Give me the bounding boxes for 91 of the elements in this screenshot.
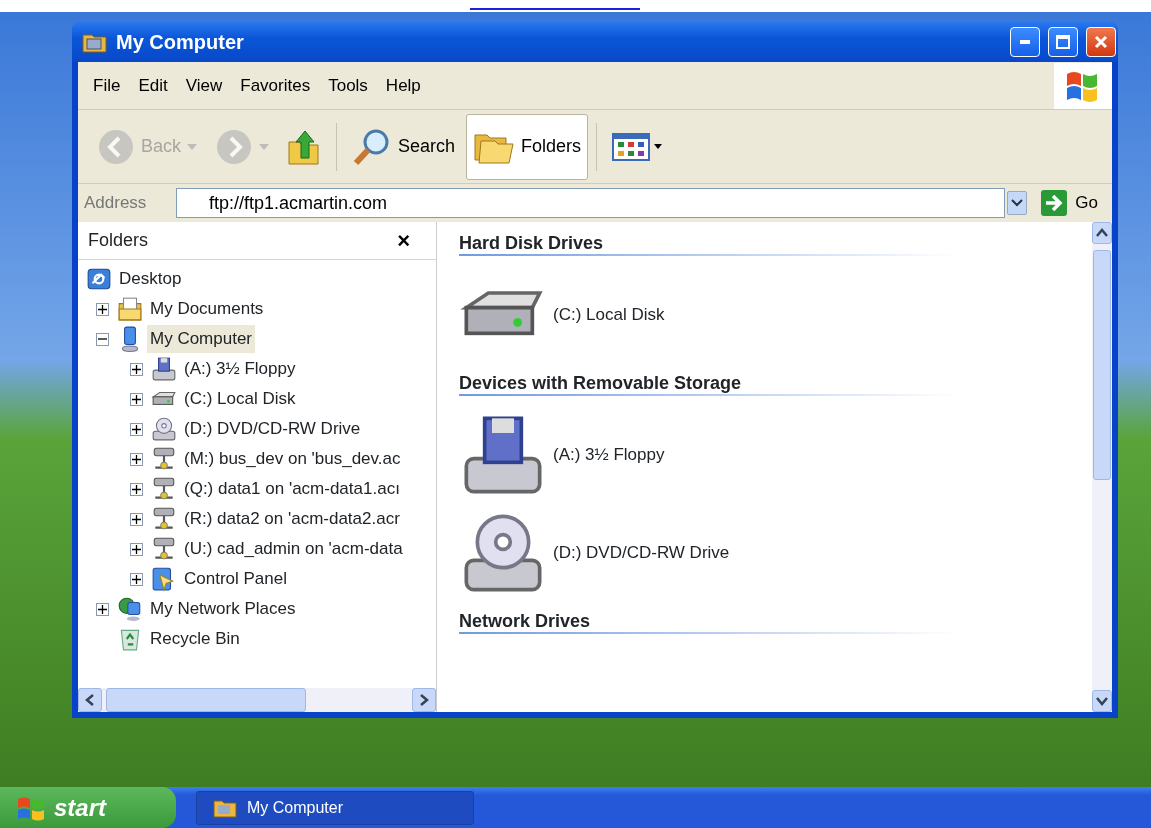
drive-item[interactable]: (D:) DVD/CD-RW Drive bbox=[553, 540, 730, 566]
window-title: My Computer bbox=[116, 30, 245, 55]
scroll-right-button[interactable] bbox=[412, 688, 436, 712]
collapse-button[interactable] bbox=[96, 332, 109, 346]
dropdown-arrow-icon bbox=[259, 143, 270, 150]
group-heading: Hard Disk Drives bbox=[459, 232, 605, 254]
dropdown-arrow-icon bbox=[187, 143, 198, 150]
caret-icon bbox=[1011, 199, 1024, 207]
scroll-thumb[interactable] bbox=[1093, 250, 1111, 480]
dropdown-button[interactable] bbox=[1007, 191, 1028, 215]
document-folder-icon bbox=[117, 296, 143, 322]
expand-button[interactable] bbox=[130, 542, 143, 556]
horizontal-scrollbar[interactable] bbox=[78, 688, 436, 712]
close-icon bbox=[1094, 35, 1108, 49]
maximize-button[interactable] bbox=[1048, 27, 1078, 57]
expand-button[interactable] bbox=[130, 572, 143, 586]
drive-item[interactable]: (A:) 3½ Floppy bbox=[553, 442, 665, 468]
minimize-button[interactable] bbox=[1010, 27, 1040, 57]
plus-icon bbox=[132, 574, 141, 584]
group-heading: Network Drives bbox=[459, 610, 592, 632]
menu-item[interactable]: Edit bbox=[129, 70, 177, 101]
menu-item[interactable]: Help bbox=[376, 70, 430, 101]
tree-item[interactable]: Desktop bbox=[116, 265, 185, 293]
views-grid-icon bbox=[612, 131, 665, 162]
control-panel-icon bbox=[151, 566, 177, 592]
desktop-icon bbox=[86, 266, 112, 292]
tree-item[interactable]: (A:) 3½ Floppy bbox=[181, 355, 299, 383]
pane-title: Folders bbox=[88, 229, 149, 252]
address-label: Address bbox=[84, 192, 148, 215]
address-field[interactable]: ftp://ftp1.acmartin.com bbox=[176, 188, 1006, 218]
expand-button[interactable] bbox=[130, 512, 143, 526]
group-heading: Devices with Removable Storage bbox=[459, 372, 743, 394]
scroll-thumb[interactable] bbox=[106, 688, 306, 712]
network-globe-icon bbox=[117, 596, 143, 622]
tree-item[interactable]: My Computer bbox=[147, 325, 256, 353]
right-chevron-icon bbox=[419, 694, 429, 706]
tree-item[interactable]: (R:) data2 on 'acm-data2.acr bbox=[181, 505, 403, 533]
tree-item[interactable]: (U:) cad_admin on 'acm-data bbox=[181, 535, 406, 563]
network-drive-icon bbox=[151, 446, 177, 472]
menu-item[interactable]: Favorites bbox=[231, 70, 320, 101]
tree-item[interactable]: Control Panel bbox=[181, 565, 290, 593]
tree-item[interactable]: (Q:) data1 on 'acm-data1.acı bbox=[181, 475, 403, 503]
search-button[interactable]: Search bbox=[345, 113, 463, 180]
menu-item[interactable]: View bbox=[176, 70, 232, 101]
left-chevron-icon bbox=[85, 694, 95, 706]
tree-item[interactable]: My Documents bbox=[147, 295, 267, 323]
expand-button[interactable] bbox=[130, 452, 143, 466]
expand-button[interactable] bbox=[96, 602, 109, 616]
network-drive-icon bbox=[151, 476, 177, 502]
folder-icon bbox=[213, 797, 237, 818]
minus-icon bbox=[98, 338, 107, 340]
tree-item[interactable]: (C:) Local Disk bbox=[181, 385, 299, 413]
folder-icon bbox=[82, 31, 108, 53]
down-chevron-icon bbox=[1096, 696, 1108, 706]
menu-item[interactable]: File bbox=[84, 70, 130, 101]
expand-button[interactable] bbox=[130, 422, 143, 436]
expand-button[interactable] bbox=[130, 482, 143, 496]
plus-icon bbox=[98, 304, 107, 314]
plus-icon bbox=[132, 514, 141, 524]
go-button[interactable]: Go bbox=[1033, 190, 1106, 216]
tree-item[interactable]: Recycle Bin bbox=[147, 625, 243, 653]
minimize-icon bbox=[1020, 40, 1030, 44]
scroll-left-button[interactable] bbox=[78, 688, 102, 712]
plus-icon bbox=[132, 454, 141, 464]
plus-icon bbox=[132, 364, 141, 374]
disc-drive-icon bbox=[151, 416, 177, 442]
drive-item[interactable]: (C:) Local Disk bbox=[553, 302, 665, 328]
network-drive-icon bbox=[151, 536, 177, 562]
expand-button[interactable] bbox=[130, 362, 143, 376]
up-chevron-icon bbox=[1096, 228, 1108, 238]
network-drive-icon bbox=[151, 506, 177, 532]
maximize-icon bbox=[1056, 35, 1070, 49]
close-pane-button[interactable]: × bbox=[393, 229, 414, 252]
scroll-up-button[interactable] bbox=[1092, 222, 1112, 244]
tree-item[interactable]: (D:) DVD/CD-RW Drive bbox=[181, 415, 364, 443]
plus-icon bbox=[132, 544, 141, 554]
expand-button[interactable] bbox=[96, 302, 109, 316]
menu-item[interactable]: Tools bbox=[319, 70, 377, 101]
taskbar-button[interactable]: My Computer bbox=[196, 790, 474, 825]
folders-button[interactable]: Folders bbox=[466, 113, 589, 180]
plus-icon bbox=[132, 484, 141, 494]
close-button[interactable] bbox=[1086, 27, 1116, 57]
tree-item[interactable]: (M:) bus_dev on 'bus_dev.ac bbox=[181, 445, 404, 473]
expand-button[interactable] bbox=[130, 392, 143, 406]
floppy-drive-icon bbox=[151, 356, 177, 382]
plus-icon bbox=[132, 424, 141, 434]
scroll-down-button[interactable] bbox=[1092, 690, 1112, 712]
plus-icon bbox=[98, 604, 107, 614]
tree-item[interactable]: My Network Places bbox=[147, 595, 299, 623]
plus-icon bbox=[132, 394, 141, 404]
vertical-scrollbar[interactable] bbox=[1092, 222, 1112, 712]
